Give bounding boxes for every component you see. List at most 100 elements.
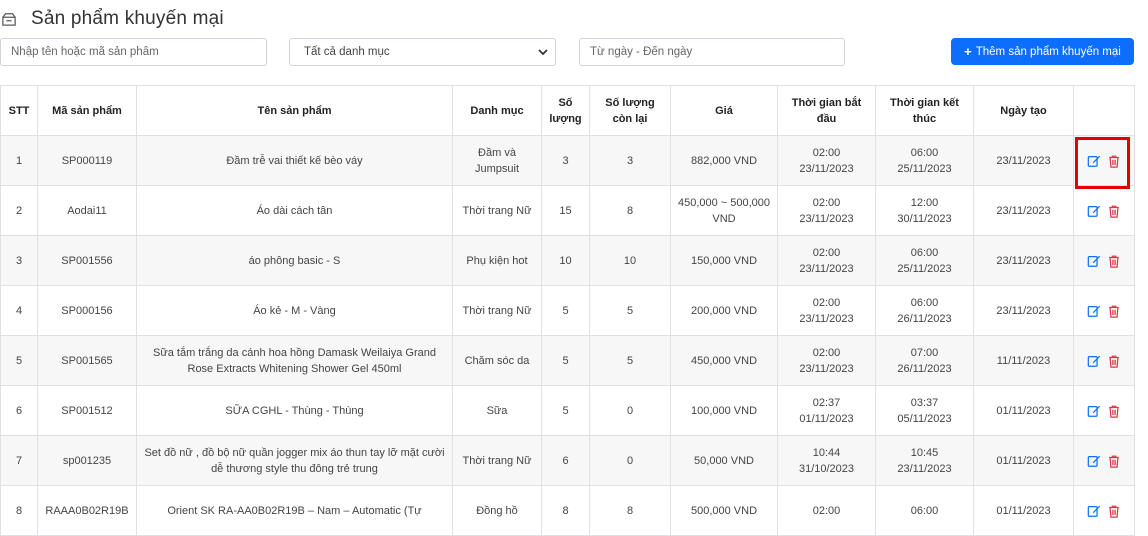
add-promo-product-button[interactable]: + Thêm sản phẩm khuyến mại [951,38,1134,65]
edit-icon[interactable] [1087,454,1101,468]
cell-end: 06:00 26/11/2023 [875,285,974,336]
start-time: 02:00 [812,296,841,309]
cell-name: Áo kẻ - M - Vàng [136,285,453,336]
col-remaining: Số lượng còn lại [589,85,671,136]
cell-start: 02:00 23/11/2023 [777,185,876,236]
cell-remaining: 5 [589,335,671,386]
col-created: Ngày tạo [973,85,1074,136]
start-date: 23/11/2023 [799,312,854,325]
search-field[interactable] [0,38,267,66]
end-date: 05/11/2023 [897,412,952,425]
trash-icon[interactable] [1107,204,1121,218]
col-actions [1073,85,1135,136]
end-date: 26/11/2023 [897,312,952,325]
cell-created: 23/11/2023 [973,235,1074,286]
edit-icon[interactable] [1087,254,1101,268]
cell-stt: 7 [0,435,38,486]
trash-icon[interactable] [1107,404,1121,418]
table-row: 2 Aodai11 Áo dài cách tân Thời trang Nữ … [0,185,1135,236]
trash-icon[interactable] [1107,454,1121,468]
cell-name: áo phông basic - S [136,235,453,286]
start-date: 23/11/2023 [799,212,854,225]
end-time: 06:00 [910,296,939,309]
cell-qty: 5 [541,285,590,336]
cell-end: 06:00 25/11/2023 [875,135,974,186]
start-date: 23/11/2023 [799,362,854,375]
end-date: 23/11/2023 [897,462,952,475]
row-actions [1080,154,1128,168]
start-time: 02:00 [812,146,841,159]
cell-qty: 6 [541,435,590,486]
trash-icon[interactable] [1107,254,1121,268]
col-end: Thời gian kết thúc [875,85,974,136]
table-body: 1 SP000119 Đầm trễ vai thiết kế bèo váy … [0,135,1135,536]
table-row: 6 SP001512 SỮA CGHL - Thùng - Thùng Sữa … [0,385,1135,436]
row-actions [1080,454,1128,468]
cell-actions [1073,385,1135,436]
cell-actions [1073,235,1135,286]
cell-remaining: 10 [589,235,671,286]
cell-end: 03:37 05/11/2023 [875,385,974,436]
row-actions [1080,504,1128,518]
edit-icon[interactable] [1087,154,1101,168]
cell-start: 02:00 23/11/2023 [777,235,876,286]
row-actions [1080,304,1128,318]
cell-price: 450,000 VND [670,335,778,386]
trash-icon[interactable] [1107,304,1121,318]
cell-created: 11/11/2023 [973,335,1074,386]
cell-created: 01/11/2023 [973,485,1074,536]
cell-created: 23/11/2023 [973,135,1074,186]
table-row: 4 SP000156 Áo kẻ - M - Vàng Thời trang N… [0,285,1135,336]
start-date: 31/10/2023 [798,462,855,475]
page-title: Sản phẩm khuyến mại [31,8,224,29]
edit-icon[interactable] [1087,404,1101,418]
row-actions [1080,404,1128,418]
cell-qty: 15 [541,185,590,236]
cell-actions [1073,285,1135,336]
cell-price: 200,000 VND [670,285,778,336]
cell-end: 07:00 26/11/2023 [875,335,974,386]
date-range-field[interactable] [579,38,845,66]
edit-icon[interactable] [1087,304,1101,318]
edit-icon[interactable] [1087,354,1101,368]
cell-stt: 4 [0,285,38,336]
cell-start: 02:00 23/11/2023 [777,285,876,336]
cell-price: 100,000 VND [670,385,778,436]
cell-name: Đầm trễ vai thiết kế bèo váy [136,135,453,186]
cell-stt: 6 [0,385,38,436]
search-input[interactable] [11,46,256,58]
cell-remaining: 0 [589,435,671,486]
edit-icon[interactable] [1087,204,1101,218]
trash-icon[interactable] [1107,504,1121,518]
cell-end: 06:00 25/11/2023 [875,235,974,286]
trash-icon[interactable] [1107,154,1121,168]
cell-category: Phụ kiện hot [452,235,542,286]
edit-icon[interactable] [1087,504,1101,518]
table-row: 7 sp001235 Set đồ nữ , đồ bộ nữ quần jog… [0,435,1135,486]
cell-actions [1073,135,1135,186]
cell-code: Aodai11 [37,185,137,236]
col-price: Giá [670,85,778,136]
cell-remaining: 8 [589,485,671,536]
table-header-row: STT Mã sản phẩm Tên sản phẩm Danh mục Số… [0,85,1135,136]
row-actions [1080,354,1128,368]
start-time: 02:37 [812,396,841,409]
end-time: 06:00 [910,146,939,159]
col-category: Danh mục [452,85,542,136]
trash-icon[interactable] [1107,354,1121,368]
table-row: 3 SP001556 áo phông basic - S Phụ kiện h… [0,235,1135,286]
cell-qty: 8 [541,485,590,536]
date-range-input[interactable] [590,46,834,58]
col-name: Tên sản phẩm [136,85,453,136]
cell-actions [1073,485,1135,536]
cell-stt: 5 [0,335,38,386]
cell-created: 01/11/2023 [973,385,1074,436]
end-date: 26/11/2023 [897,362,952,375]
cell-qty: 3 [541,135,590,186]
category-select[interactable]: Tất cả danh mục [289,38,556,66]
start-date: 23/11/2023 [799,162,854,175]
cell-created: 23/11/2023 [973,285,1074,336]
cell-name: Orient SK RA-AA0B02R19B – Nam – Automati… [136,485,453,536]
cell-name: Áo dài cách tân [136,185,453,236]
cell-remaining: 8 [589,185,671,236]
